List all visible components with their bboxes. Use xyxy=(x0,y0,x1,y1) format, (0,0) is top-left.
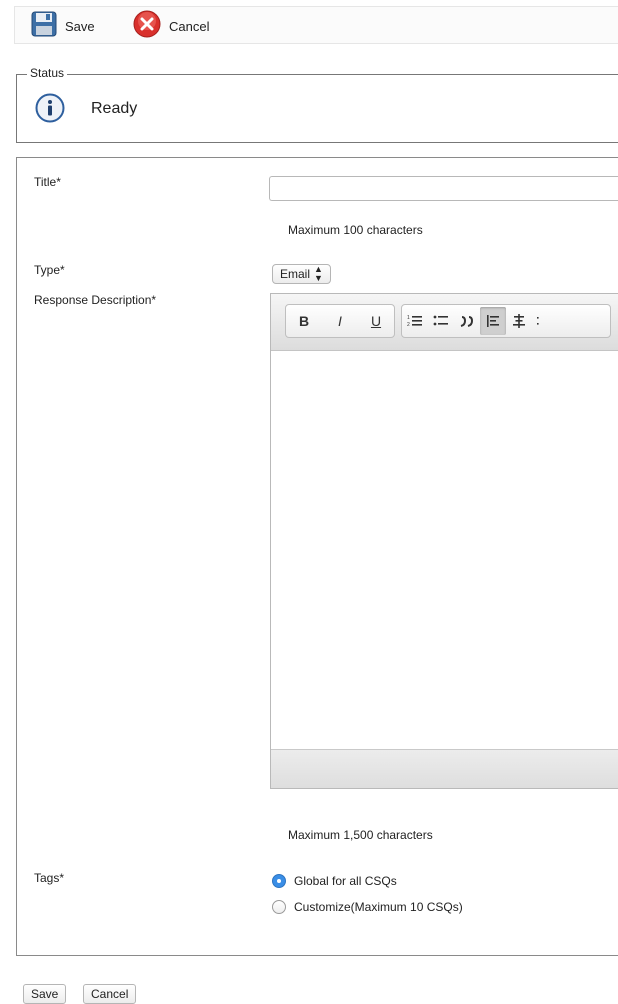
title-input[interactable] xyxy=(269,176,618,201)
cancel-button[interactable]: Cancel xyxy=(133,10,210,43)
save-button[interactable]: Save xyxy=(31,11,95,41)
tags-option-global[interactable]: Global for all CSQs xyxy=(272,874,397,888)
status-panel: Status Ready xyxy=(16,66,618,143)
format-button-group: B I U xyxy=(285,304,395,338)
underline-button[interactable]: U xyxy=(358,307,394,335)
cancel-icon xyxy=(133,10,161,43)
rich-text-editor: B I U 12 xyxy=(270,293,618,789)
radio-selected-icon[interactable] xyxy=(272,874,286,888)
bold-button[interactable]: B xyxy=(286,307,322,335)
align-right-icon[interactable] xyxy=(532,307,546,335)
italic-button[interactable]: I xyxy=(322,307,358,335)
svg-text:1: 1 xyxy=(407,315,410,321)
align-center-icon[interactable] xyxy=(506,307,532,335)
title-hint: Maximum 100 characters xyxy=(288,223,423,237)
radio-unselected-icon[interactable] xyxy=(272,900,286,914)
tags-option-global-label: Global for all CSQs xyxy=(294,874,397,888)
ordered-list-icon[interactable]: 12 xyxy=(402,307,428,335)
tags-option-customize-label: Customize(Maximum 10 CSQs) xyxy=(294,900,463,914)
status-legend: Status xyxy=(27,66,68,80)
align-left-icon[interactable] xyxy=(480,307,506,335)
select-arrows-icon: ▲ ▼ xyxy=(314,264,323,283)
status-text: Ready xyxy=(91,100,138,117)
description-hint: Maximum 1,500 characters xyxy=(288,828,433,842)
editor-toolbar: B I U 12 xyxy=(271,294,618,351)
save-button-label: Save xyxy=(65,18,95,34)
tags-option-customize[interactable]: Customize(Maximum 10 CSQs) xyxy=(272,900,463,914)
type-select-value: Email xyxy=(280,267,311,281)
response-form: Title* Maximum 100 characters Type* Emai… xyxy=(16,157,618,956)
cancel-button-label: Cancel xyxy=(169,18,210,34)
toolbar: Save Cancel xyxy=(14,6,618,44)
bottom-save-button[interactable]: Save xyxy=(23,984,67,1004)
type-select[interactable]: Email ▲ ▼ xyxy=(272,264,331,284)
unordered-list-icon[interactable] xyxy=(428,307,454,335)
description-label: Response Description* xyxy=(34,293,157,307)
floppy-disk-icon xyxy=(31,11,57,42)
editor-status-bar xyxy=(271,749,618,788)
editor-content-area[interactable] xyxy=(271,351,618,751)
blockquote-icon[interactable] xyxy=(454,307,480,335)
tags-label: Tags* xyxy=(34,871,65,885)
type-label: Type* xyxy=(34,263,65,277)
bottom-cancel-button[interactable]: Cancel xyxy=(83,984,137,1004)
list-align-button-group: 12 xyxy=(401,304,611,338)
svg-text:2: 2 xyxy=(407,322,410,328)
title-label: Title* xyxy=(34,175,61,189)
info-icon xyxy=(35,93,65,128)
